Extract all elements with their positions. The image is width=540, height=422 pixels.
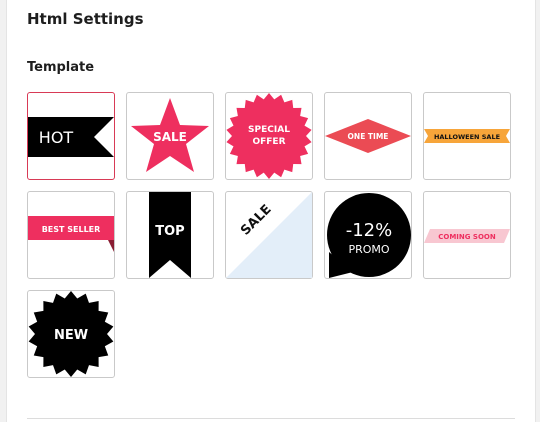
template-one-time[interactable]: ONE TIME — [324, 92, 412, 180]
badge-text: HOT — [39, 128, 74, 147]
template-hot[interactable]: HOT — [27, 92, 115, 180]
badge-line1: -12% — [346, 220, 393, 241]
hot-ribbon-badge: HOT — [28, 117, 114, 157]
new-seal-badge: NEW — [28, 291, 114, 377]
coming-soon-badge: COMING SOON — [424, 229, 510, 243]
template-promo[interactable]: -12% PROMO — [324, 191, 412, 279]
badge-line2: OFFER — [252, 137, 285, 147]
badge-line2: PROMO — [348, 243, 389, 256]
template-top[interactable]: TOP — [126, 191, 214, 279]
badge-text: BEST SELLER — [42, 225, 101, 234]
template-coming-soon[interactable]: COMING SOON — [423, 191, 511, 279]
template-new[interactable]: NEW — [27, 290, 115, 378]
badge-text: HALLOWEEN SALE — [434, 133, 500, 141]
badge-text: ONE TIME — [348, 132, 389, 141]
template-best-seller[interactable]: BEST SELLER — [27, 191, 115, 279]
badge-text: NEW — [54, 328, 88, 343]
panel-title: Html Settings — [27, 10, 144, 28]
section-divider — [27, 418, 515, 419]
best-seller-badge: BEST SELLER — [28, 216, 114, 252]
badge-text: COMING SOON — [438, 233, 496, 241]
template-sale-corner[interactable]: SALE — [225, 191, 313, 279]
badge-text: SALE — [153, 130, 187, 144]
badge-line1: SPECIAL — [248, 125, 290, 135]
promo-bubble-badge: -12% PROMO — [327, 193, 411, 278]
top-bookmark-badge: TOP — [149, 192, 191, 278]
halloween-sale-badge: HALLOWEEN SALE — [424, 129, 510, 143]
sale-star-badge: SALE — [131, 98, 209, 172]
settings-panel: Html Settings Template HOT SALE SPECIAL … — [6, 0, 536, 422]
template-special-offer[interactable]: SPECIAL OFFER — [225, 92, 313, 180]
badge-text: TOP — [155, 224, 184, 239]
special-offer-badge: SPECIAL OFFER — [226, 93, 312, 179]
template-halloween-sale[interactable]: HALLOWEEN SALE — [423, 92, 511, 180]
template-label: Template — [27, 60, 95, 75]
badge-text: SALE — [238, 202, 274, 238]
template-sale-star[interactable]: SALE — [126, 92, 214, 180]
sale-corner-badge: SALE — [226, 192, 312, 278]
one-time-badge: ONE TIME — [325, 119, 411, 153]
